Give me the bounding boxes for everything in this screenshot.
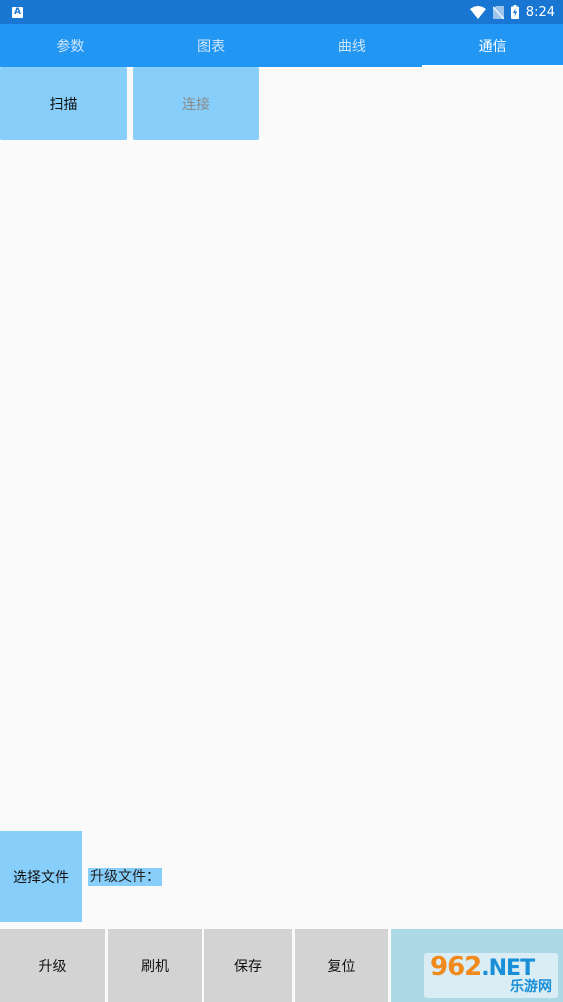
select-file-button[interactable]: 选择文件 <box>0 831 82 922</box>
tab-charts[interactable]: 图表 <box>141 24 282 67</box>
site-watermark-logo: 962.NET 乐游网 <box>424 953 558 998</box>
tab-curves[interactable]: 曲线 <box>282 24 423 67</box>
watermark-site-name: 乐游网 <box>510 979 552 995</box>
battery-charging-icon <box>510 5 519 19</box>
wifi-icon <box>469 5 486 19</box>
watermark-digits: 962 <box>430 952 482 982</box>
notification-app-icon: A <box>12 6 23 18</box>
scan-button[interactable]: 扫描 <box>0 67 127 140</box>
save-button[interactable]: 保存 <box>204 929 292 1002</box>
tab-communication[interactable]: 通信 <box>422 24 563 67</box>
tab-bar: 参数 图表 曲线 通信 <box>0 24 563 67</box>
upgrade-button[interactable]: 升级 <box>0 929 105 1002</box>
status-bar: A 8:24 <box>0 0 563 24</box>
connect-button[interactable]: 连接 <box>133 67 259 140</box>
no-sim-icon <box>492 5 504 19</box>
status-right: 8:24 <box>469 4 555 20</box>
status-left: A <box>12 6 23 18</box>
clock: 8:24 <box>525 4 555 20</box>
upgrade-file-label: 升级文件： <box>88 868 162 886</box>
tab-params[interactable]: 参数 <box>0 24 141 67</box>
flash-button[interactable]: 刷机 <box>108 929 202 1002</box>
reset-button[interactable]: 复位 <box>295 929 388 1002</box>
